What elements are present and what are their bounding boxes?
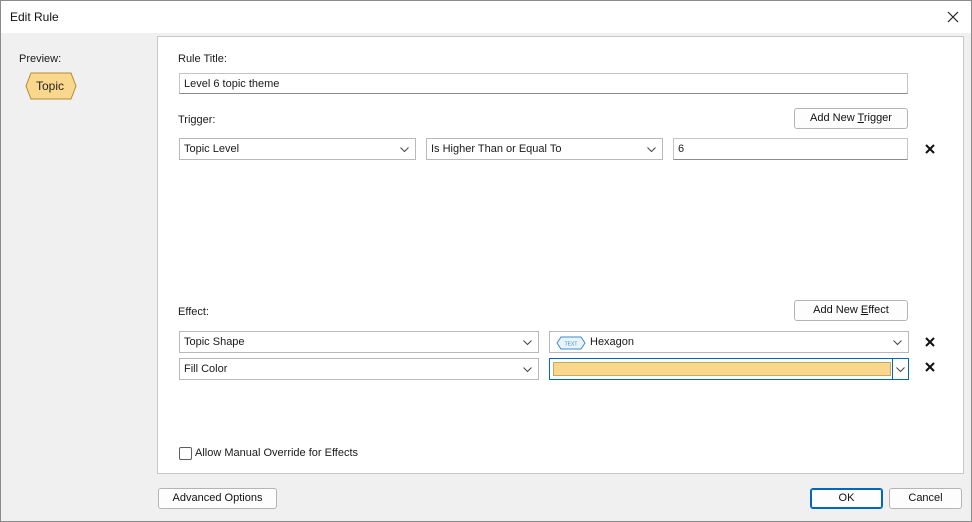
fill-color-picker[interactable] bbox=[549, 358, 909, 380]
rule-title-input[interactable]: Level 6 topic theme bbox=[179, 73, 908, 94]
add-new-effect-button[interactable]: Add New Effect bbox=[794, 300, 908, 321]
rule-title-label: Rule Title: bbox=[178, 53, 227, 65]
chevron-down-icon bbox=[400, 147, 409, 153]
delete-x-icon bbox=[925, 144, 935, 154]
delete-x-icon bbox=[925, 337, 935, 347]
trigger-label: Trigger: bbox=[178, 114, 216, 126]
trigger-operator-select[interactable]: Is Higher Than or Equal To bbox=[426, 138, 663, 160]
chevron-down-icon bbox=[647, 147, 656, 153]
trigger-property-select[interactable]: Topic Level bbox=[179, 138, 416, 160]
title-bar: Edit Rule bbox=[1, 1, 971, 33]
effect-property-value: Topic Shape bbox=[184, 336, 245, 348]
close-window-button[interactable] bbox=[941, 5, 965, 29]
fill-color-swatch bbox=[553, 362, 891, 376]
topic-shape-value: Hexagon bbox=[590, 336, 635, 348]
chevron-down-icon bbox=[896, 367, 905, 373]
preview-topic: Topic bbox=[25, 72, 77, 100]
cancel-button[interactable]: Cancel bbox=[889, 488, 962, 509]
advanced-options-button[interactable]: Advanced Options bbox=[158, 488, 277, 509]
topic-shape-select[interactable]: TEXT Hexagon bbox=[549, 331, 909, 353]
trigger-operator-value: Is Higher Than or Equal To bbox=[431, 143, 562, 155]
effect-property-value: Fill Color bbox=[184, 363, 228, 375]
remove-effect-button[interactable] bbox=[923, 335, 937, 349]
trigger-property-value: Topic Level bbox=[184, 143, 240, 155]
window-title: Edit Rule bbox=[10, 10, 59, 24]
chevron-down-icon bbox=[523, 367, 532, 373]
allow-override-label: Allow Manual Override for Effects bbox=[195, 447, 359, 459]
remove-trigger-button[interactable] bbox=[923, 142, 937, 156]
ok-button[interactable]: OK bbox=[810, 488, 883, 509]
trigger-value-input[interactable]: 6 bbox=[673, 138, 908, 160]
effect-property-select[interactable]: Fill Color bbox=[179, 358, 539, 380]
close-icon bbox=[947, 11, 959, 23]
preview-label: Preview: bbox=[19, 53, 62, 65]
effect-label: Effect: bbox=[178, 306, 209, 318]
allow-override-checkbox[interactable] bbox=[179, 447, 192, 460]
effect-property-select[interactable]: Topic Shape bbox=[179, 331, 539, 353]
delete-x-icon bbox=[925, 362, 935, 372]
edit-rule-dialog: Edit Rule Preview: Topic Rule Title: Lev… bbox=[0, 0, 972, 522]
chevron-down-icon bbox=[893, 340, 902, 346]
remove-effect-button[interactable] bbox=[923, 360, 937, 374]
hexagon-shape-icon: TEXT bbox=[556, 336, 586, 350]
hexagon-badge-text: TEXT bbox=[565, 342, 578, 348]
preview-topic-text: Topic bbox=[35, 79, 64, 93]
add-new-trigger-button[interactable]: Add New Trigger bbox=[794, 108, 908, 129]
chevron-down-icon bbox=[523, 340, 532, 346]
color-dropdown-toggle[interactable] bbox=[892, 359, 908, 379]
rule-editor-panel: Rule Title: Level 6 topic theme Trigger:… bbox=[157, 36, 964, 474]
